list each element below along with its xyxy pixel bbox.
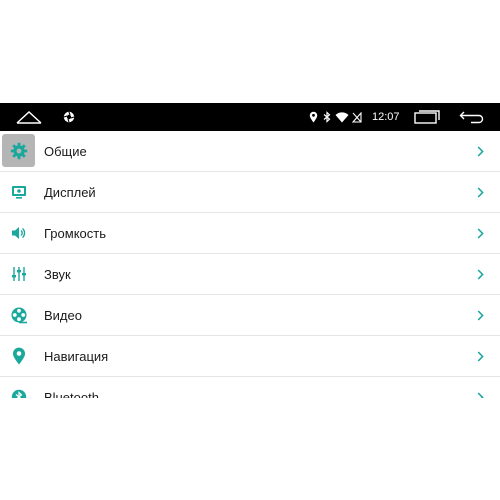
clock: 12:07 bbox=[372, 111, 400, 123]
chevron-right-icon bbox=[477, 377, 484, 398]
chevron-right-icon bbox=[477, 254, 484, 295]
back-icon[interactable] bbox=[458, 103, 486, 131]
film-reel-icon bbox=[2, 298, 35, 331]
settings-item-label: Громкость bbox=[44, 226, 106, 241]
settings-item-bluetooth[interactable]: Bluetooth bbox=[0, 377, 500, 398]
display-icon bbox=[2, 175, 35, 208]
location-icon bbox=[307, 103, 319, 131]
camera-aperture-icon bbox=[61, 103, 77, 131]
location-pin-icon bbox=[2, 339, 35, 372]
settings-list: Общие Дисплей Громкость Звук Видео Навиг… bbox=[0, 131, 500, 398]
wifi-icon bbox=[334, 103, 350, 131]
chevron-right-icon bbox=[477, 172, 484, 213]
android-screen: 12:07 Общие Дисплей Громкость Звук Видео… bbox=[0, 103, 500, 398]
chevron-right-icon bbox=[477, 336, 484, 377]
home-icon[interactable] bbox=[14, 103, 44, 131]
settings-item-label: Звук bbox=[44, 267, 71, 282]
chevron-right-icon bbox=[477, 213, 484, 254]
settings-item-general[interactable]: Общие bbox=[0, 131, 500, 172]
settings-item-label: Bluetooth bbox=[44, 390, 99, 398]
settings-item-label: Навигация bbox=[44, 349, 109, 364]
no-sim-icon bbox=[351, 103, 363, 131]
status-bar: 12:07 bbox=[0, 103, 500, 131]
bluetooth-icon bbox=[2, 380, 35, 398]
chevron-right-icon bbox=[477, 295, 484, 336]
equalizer-icon bbox=[2, 257, 35, 290]
settings-item-sound[interactable]: Звук bbox=[0, 254, 500, 295]
settings-item-volume[interactable]: Громкость bbox=[0, 213, 500, 254]
recent-apps-icon[interactable] bbox=[413, 103, 441, 131]
bluetooth-icon bbox=[321, 103, 333, 131]
speaker-icon bbox=[2, 216, 35, 249]
settings-item-label: Видео bbox=[44, 308, 82, 323]
settings-item-navigation[interactable]: Навигация bbox=[0, 336, 500, 377]
gear-icon bbox=[2, 134, 35, 167]
settings-item-display[interactable]: Дисплей bbox=[0, 172, 500, 213]
settings-item-label: Общие bbox=[44, 144, 87, 159]
settings-item-video[interactable]: Видео bbox=[0, 295, 500, 336]
settings-item-label: Дисплей bbox=[44, 185, 96, 200]
chevron-right-icon bbox=[477, 131, 484, 172]
